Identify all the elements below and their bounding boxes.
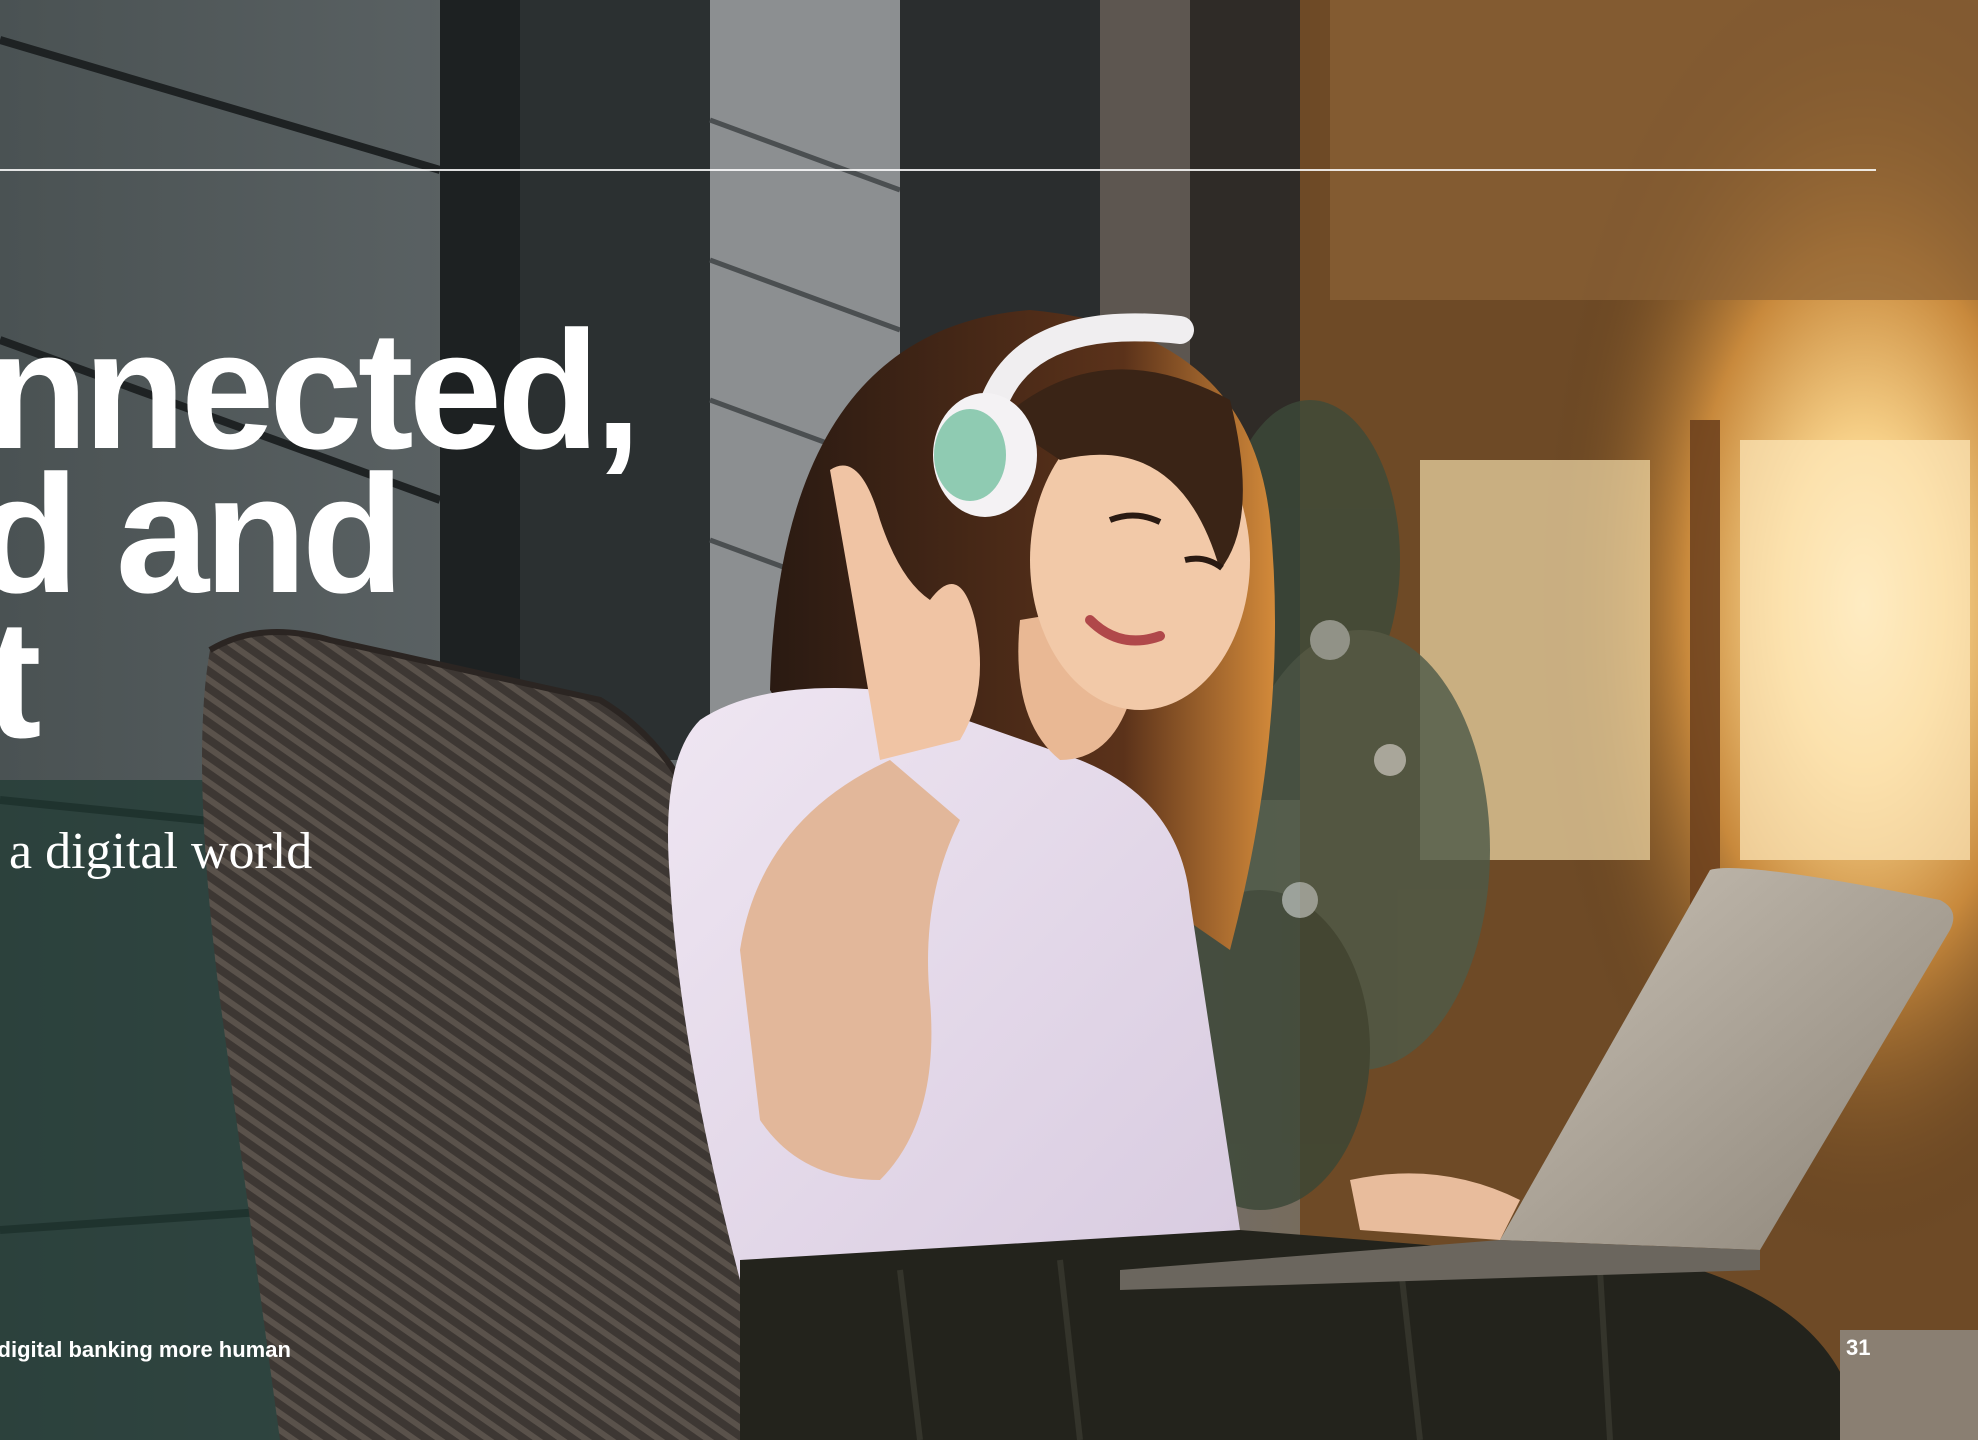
footer-running-title: g digital banking more human	[0, 1337, 291, 1362]
horizontal-rule	[0, 169, 1876, 171]
page-number: 31	[1846, 1335, 1871, 1360]
headline-line-3: nt	[0, 584, 42, 773]
headline-line-2: ed and	[0, 440, 404, 629]
document-page: onnected, ed and nt n a digital world g …	[0, 0, 1978, 1440]
page-subtitle: n a digital world	[0, 823, 313, 880]
page-headline: onnected, ed and nt	[0, 306, 641, 773]
